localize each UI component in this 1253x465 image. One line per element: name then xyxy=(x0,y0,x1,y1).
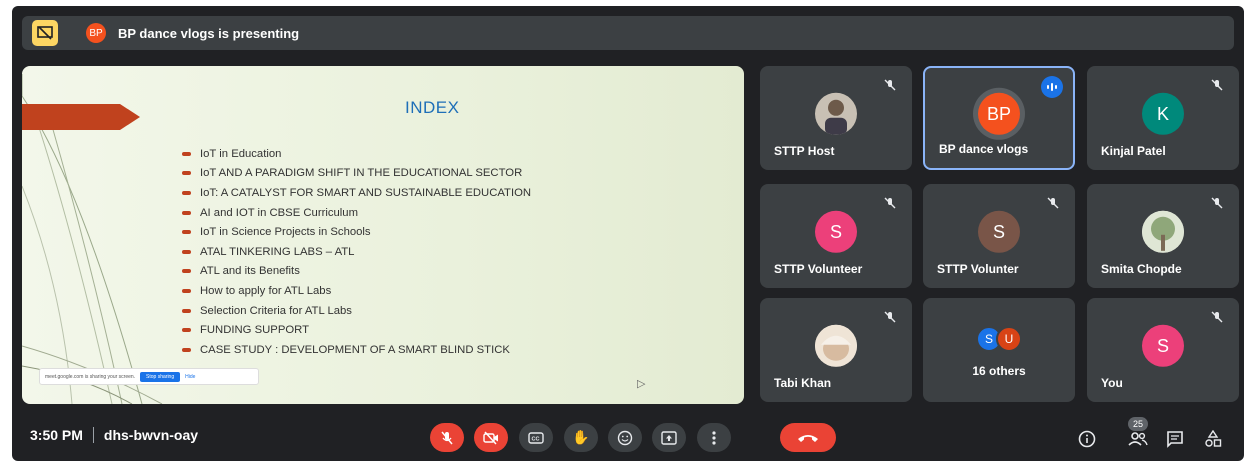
mic-off-icon xyxy=(880,75,900,95)
meeting-info: 3:50 PM dhs-bwvn-oay xyxy=(30,427,198,443)
participant-name: STTP Volunter xyxy=(937,262,1019,276)
leave-call-button[interactable] xyxy=(780,423,836,452)
captions-icon: CC xyxy=(528,431,544,444)
raise-hand-icon: ✋ xyxy=(572,429,590,445)
svg-text:CC: CC xyxy=(532,436,540,442)
info-icon xyxy=(1078,430,1096,448)
participant-name: Tabi Khan xyxy=(774,376,832,390)
bullet-item: CASE STUDY : DEVELOPMENT OF A SMART BLIN… xyxy=(182,340,531,360)
bullet-item: ATL and its Benefits xyxy=(182,262,531,282)
participant-tile[interactable]: Smita Chopde xyxy=(1087,184,1239,288)
participant-name: Smita Chopde xyxy=(1101,262,1182,276)
people-button[interactable] xyxy=(1127,428,1149,450)
mic-off-icon xyxy=(441,431,453,444)
slide-bullet-list: IoT in Education IoT AND A PARADIGM SHIF… xyxy=(182,144,531,360)
participant-name: STTP Host xyxy=(774,144,835,158)
mic-off-icon xyxy=(1207,75,1227,95)
hang-up-icon xyxy=(798,434,818,442)
mic-off-icon xyxy=(1207,193,1227,213)
others-count-label: 16 others xyxy=(972,364,1026,378)
camera-off-icon xyxy=(483,430,498,445)
bullet-item: AI and IOT in CBSE Curriculum xyxy=(182,203,531,223)
mouse-cursor-icon: ▷ xyxy=(637,378,646,390)
participant-tile[interactable]: K Kinjal Patel xyxy=(1087,66,1239,170)
meeting-code: dhs-bwvn-oay xyxy=(103,427,199,443)
bullet-item: Selection Criteria for ATL Labs xyxy=(182,301,531,321)
chat-icon xyxy=(1167,431,1183,448)
others-avatars: S U xyxy=(976,326,1022,352)
camera-toggle-button[interactable] xyxy=(474,423,508,452)
participant-name: STTP Volunteer xyxy=(774,262,863,276)
presenting-banner: BP BP dance vlogs is presenting xyxy=(22,16,1234,50)
participant-photo xyxy=(815,324,857,367)
participant-tile[interactable]: S You xyxy=(1087,298,1239,402)
hide-button[interactable]: Hide xyxy=(185,374,195,380)
captions-button[interactable]: CC xyxy=(519,423,553,452)
bullet-item: IoT in Education xyxy=(182,144,531,164)
emoji-reactions-button[interactable] xyxy=(608,423,642,452)
bullet-item: ATAL TINKERING LABS – ATL xyxy=(182,242,531,262)
participant-avatar: U xyxy=(996,326,1022,352)
shared-screen: INDEX IoT in Education IoT AND A PARADIG… xyxy=(22,66,744,404)
participant-tile[interactable]: STTP Host xyxy=(760,66,912,170)
speaking-indicator-icon xyxy=(1041,76,1063,98)
stop-presenting-icon[interactable] xyxy=(32,20,58,46)
participant-avatar: S xyxy=(815,210,857,253)
participant-name: BP dance vlogs xyxy=(939,142,1029,156)
participant-avatar: BP xyxy=(978,92,1020,135)
clock-time: 3:50 PM xyxy=(30,427,83,443)
participant-photo xyxy=(1142,210,1184,253)
present-icon xyxy=(661,430,677,445)
bullet-item: FUNDING SUPPORT xyxy=(182,320,531,340)
mic-off-icon xyxy=(1043,193,1063,213)
participant-tile[interactable]: S STTP Volunter xyxy=(923,184,1075,288)
bullet-item: How to apply for ATL Labs xyxy=(182,281,531,301)
more-icon xyxy=(712,430,716,445)
present-now-button[interactable] xyxy=(652,423,686,452)
participant-avatar: S xyxy=(1142,324,1184,367)
participant-tile[interactable]: BP BP dance vlogs xyxy=(923,66,1075,170)
mic-off-icon xyxy=(1207,307,1227,327)
screen-share-notice: meet.google.com is sharing your screen. … xyxy=(39,368,259,385)
mic-off-icon xyxy=(880,307,900,327)
slide-title: INDEX xyxy=(405,98,460,117)
chat-button[interactable] xyxy=(1164,428,1186,450)
stop-sharing-button[interactable]: Stop sharing xyxy=(140,371,181,382)
participant-name: You xyxy=(1101,376,1123,390)
meeting-details-button[interactable] xyxy=(1076,428,1098,450)
participant-avatar: S xyxy=(978,210,1020,253)
participant-tile[interactable]: Tabi Khan xyxy=(760,298,912,402)
emoji-icon xyxy=(617,430,633,445)
meet-window: BP BP dance vlogs is presenting INDEX Io… xyxy=(12,6,1244,461)
mic-off-icon xyxy=(880,193,900,213)
presenting-label: BP dance vlogs is presenting xyxy=(118,25,300,41)
presenter-avatar: BP xyxy=(86,23,106,43)
bullet-item: IoT: A CATALYST FOR SMART AND SUSTAINABL… xyxy=(182,183,531,203)
participant-name: Kinjal Patel xyxy=(1101,144,1166,158)
participant-tile[interactable]: S STTP Volunteer xyxy=(760,184,912,288)
more-options-button[interactable] xyxy=(697,423,731,452)
mic-toggle-button[interactable] xyxy=(430,423,464,452)
share-notice-text: meet.google.com is sharing your screen. xyxy=(45,373,136,380)
raise-hand-button[interactable]: ✋ xyxy=(564,423,598,452)
others-tile[interactable]: S U 16 others xyxy=(923,298,1075,402)
bottom-control-bar: 3:50 PM dhs-bwvn-oay CC ✋ 25 xyxy=(12,410,1244,461)
participant-photo xyxy=(815,92,857,135)
people-icon xyxy=(1128,432,1148,446)
bullet-item: IoT AND A PARADIGM SHIFT IN THE EDUCATIO… xyxy=(182,164,531,184)
activities-icon xyxy=(1205,430,1222,447)
activities-button[interactable] xyxy=(1202,428,1224,450)
bullet-item: IoT in Science Projects in Schools xyxy=(182,222,531,242)
participant-avatar: K xyxy=(1142,92,1184,135)
